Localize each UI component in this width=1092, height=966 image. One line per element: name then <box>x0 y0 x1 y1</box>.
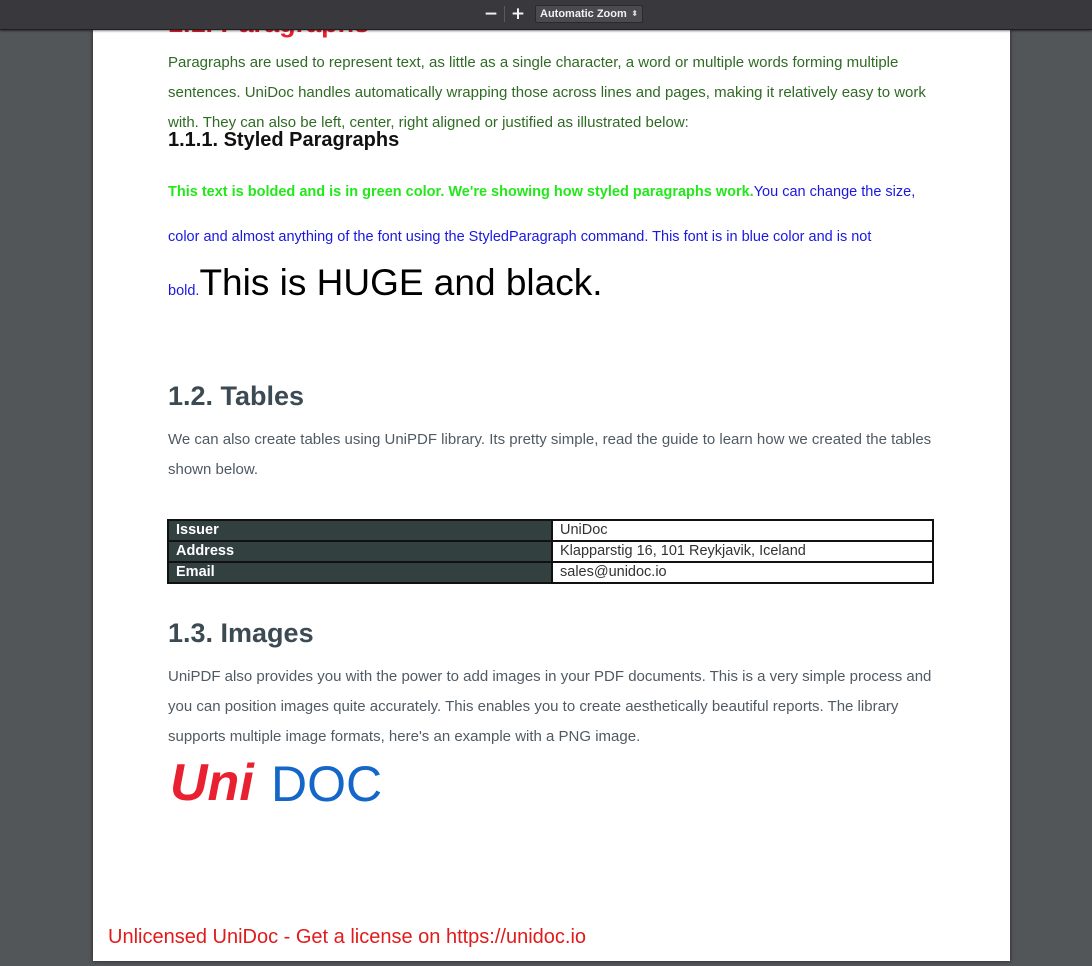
toolbar-separator <box>504 6 505 22</box>
styled-huge-text: This is HUGE and black. <box>199 262 603 303</box>
table-cell-key: Issuer <box>167 519 553 542</box>
table-row: Email sales@unidoc.io <box>167 561 934 584</box>
section-heading-paragraphs: 1.1. Paragraphs <box>168 30 369 39</box>
zoom-select[interactable]: Automatic Zoom ⬍ <box>535 5 643 23</box>
tables-body-text: We can also create tables using UniPDF l… <box>168 431 932 478</box>
images-heading: 1.3. Images <box>168 618 314 648</box>
table-cell-value: sales@unidoc.io <box>551 561 934 584</box>
table-cell-key: Address <box>167 540 553 563</box>
styled-paragraphs-heading: 1.1.1. Styled Paragraphs <box>168 129 400 151</box>
viewer-toolbar: − + Automatic Zoom ⬍ <box>0 0 1092 30</box>
logo-uni-text: Uni <box>170 754 255 812</box>
styled-paragraph: This text is bolded and is in green colo… <box>168 170 938 314</box>
logo-doc-text: DOC <box>271 756 382 812</box>
styled-green-text: This text is bolded and is in green colo… <box>168 184 754 200</box>
paragraphs-body-text: Paragraphs are used to represent text, a… <box>168 54 926 131</box>
table-cell-key: Email <box>167 561 553 584</box>
table-cell-value: UniDoc <box>551 519 934 542</box>
table-cell-value: Klapparstig 16, 101 Reykjavik, Iceland <box>551 540 934 563</box>
zoom-controls: − + Automatic Zoom ⬍ <box>480 3 643 25</box>
tables-heading: 1.2. Tables <box>168 381 305 411</box>
info-table: Issuer UniDoc Address Klapparstig 16, 10… <box>167 519 934 584</box>
unlicensed-watermark: Unlicensed UniDoc - Get a license on htt… <box>108 926 587 948</box>
table-row: Address Klapparstig 16, 101 Reykjavik, I… <box>167 540 934 563</box>
pdf-page: 1.1. Paragraphs Paragraphs are used to r… <box>93 30 1010 961</box>
table-row: Issuer UniDoc <box>167 519 934 542</box>
zoom-in-button[interactable]: + <box>507 4 529 24</box>
zoom-select-value: Automatic Zoom <box>540 8 627 20</box>
unidoc-logo: Uni DOC <box>170 754 382 812</box>
select-arrows-icon: ⬍ <box>631 9 638 18</box>
zoom-out-button[interactable]: − <box>480 4 502 24</box>
images-body-text: UniPDF also provides you with the power … <box>168 668 932 745</box>
